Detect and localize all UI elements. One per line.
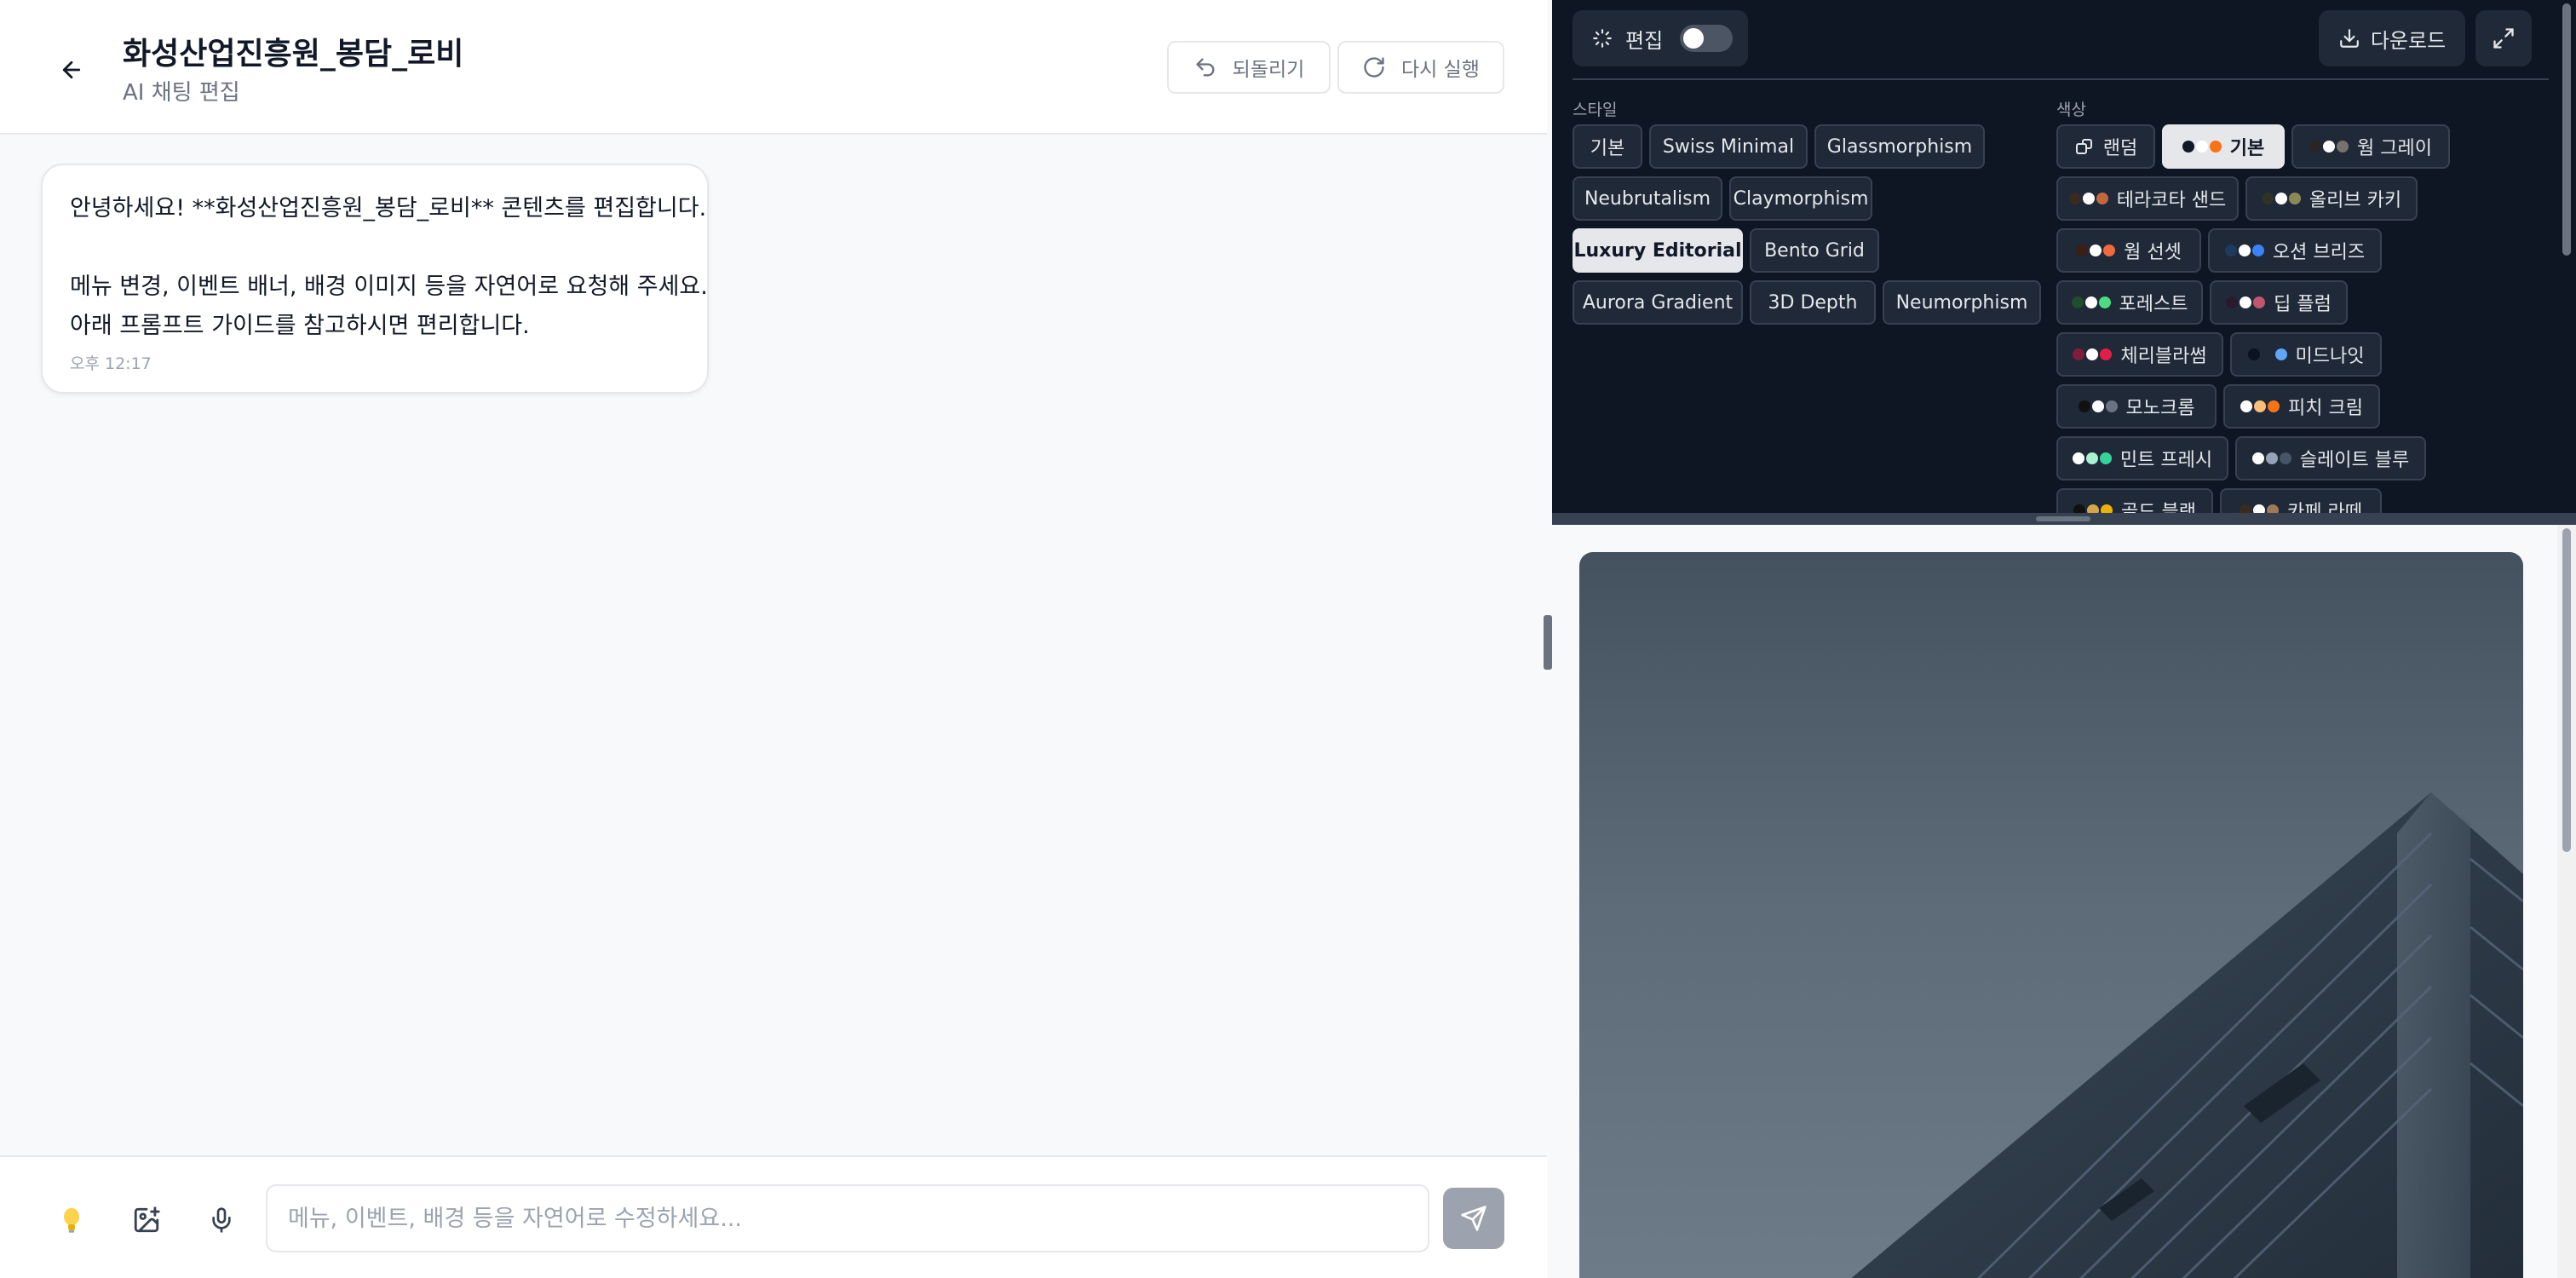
download-icon bbox=[2339, 29, 2359, 48]
color-chip[interactable]: 딥 플럼 bbox=[2210, 280, 2348, 325]
preview-background-image bbox=[1579, 552, 2523, 1278]
microphone-icon bbox=[212, 1207, 231, 1233]
color-swatch-dots bbox=[2073, 348, 2113, 360]
page-title: 화성산업진흥원_봉담_로비 bbox=[123, 37, 464, 72]
page-subtitle: AI 채팅 편집 bbox=[123, 80, 240, 106]
edit-toggle[interactable] bbox=[1680, 25, 1734, 52]
style-chip[interactable]: Neubrutalism bbox=[1573, 176, 1722, 221]
undo-icon bbox=[1196, 58, 1215, 77]
color-chip-random[interactable]: 랜덤 bbox=[2056, 124, 2155, 169]
building-illustration bbox=[1851, 792, 2523, 1278]
color-chip[interactable]: 올리브 카키 bbox=[2245, 176, 2418, 221]
color-swatch-dots bbox=[2226, 296, 2266, 308]
assistant-message: 안녕하세요! **화성산업진흥원_봉담_로비** 콘텐츠를 편집합니다. 메뉴 … bbox=[41, 164, 709, 394]
color-chip[interactable]: 피치 크림 bbox=[2223, 384, 2380, 429]
image-plus-icon bbox=[134, 1206, 160, 1233]
color-chip[interactable]: 테라코타 샌드 bbox=[2056, 176, 2239, 221]
edit-label: 편집 bbox=[1625, 28, 1664, 53]
fullscreen-button[interactable] bbox=[2475, 10, 2532, 66]
image-upload-button[interactable] bbox=[128, 1201, 165, 1239]
color-chip[interactable]: 모노크롬 bbox=[2056, 384, 2217, 429]
color-swatch-dots bbox=[2261, 193, 2301, 204]
style-chip-selected[interactable]: Luxury Editorial bbox=[1573, 228, 1743, 273]
style-chip[interactable]: 기본 bbox=[1573, 124, 1642, 169]
color-swatch-dots bbox=[2247, 348, 2287, 360]
toolbar-divider bbox=[1573, 78, 2549, 80]
redo-icon bbox=[1364, 57, 1384, 78]
send-button[interactable] bbox=[1443, 1188, 1504, 1249]
color-chip[interactable]: 웜 선셋 bbox=[2056, 228, 2201, 273]
undo-label: 되돌리기 bbox=[1232, 59, 1305, 81]
color-swatch-dots bbox=[2224, 245, 2264, 256]
chat-input[interactable] bbox=[266, 1184, 1429, 1252]
send-icon bbox=[1461, 1206, 1486, 1231]
message-text: 안녕하세요! **화성산업진흥원_봉담_로비** 콘텐츠를 편집합니다. bbox=[70, 195, 707, 222]
settings-scrollbar[interactable] bbox=[2557, 0, 2576, 515]
color-section-label: 색상 bbox=[2056, 101, 2086, 119]
color-chip[interactable]: 민트 프레시 bbox=[2056, 436, 2228, 481]
redo-button[interactable]: 다시 실행 bbox=[1337, 41, 1504, 94]
color-swatch-dots bbox=[2251, 452, 2291, 464]
message-timestamp: 오후 12:17 bbox=[70, 354, 152, 373]
chat-input-bar bbox=[0, 1155, 1547, 1278]
style-chip[interactable]: Neumorphism bbox=[1883, 280, 2041, 325]
shuffle-icon bbox=[2075, 139, 2092, 154]
expand-icon bbox=[2493, 28, 2514, 49]
download-button[interactable]: 다운로드 bbox=[2319, 10, 2465, 66]
preview-area bbox=[1552, 525, 2576, 1278]
back-button[interactable] bbox=[49, 48, 94, 92]
download-label: 다운로드 bbox=[2370, 28, 2447, 53]
preview-scrollbar[interactable] bbox=[2557, 525, 2576, 1278]
color-swatch-dots bbox=[2240, 400, 2280, 412]
color-chip[interactable]: 포레스트 bbox=[2056, 280, 2203, 325]
color-swatch-dots bbox=[2309, 141, 2349, 153]
color-swatch-dots bbox=[2076, 245, 2116, 256]
preview-resize-handle[interactable] bbox=[1552, 513, 2576, 525]
color-swatch-dots bbox=[2071, 296, 2111, 308]
arrow-left-icon bbox=[62, 60, 81, 79]
style-chip[interactable]: Glassmorphism bbox=[1814, 124, 1985, 169]
style-chip[interactable]: Bento Grid bbox=[1750, 228, 1879, 273]
edit-mode-control: 편집 bbox=[1573, 10, 1748, 66]
message-text: 메뉴 변경, 이벤트 배너, 배경 이미지 등을 자연어로 요청해 주세요. bbox=[70, 273, 708, 300]
color-swatch-dots bbox=[2182, 141, 2222, 153]
style-chip[interactable]: Aurora Gradient bbox=[1573, 280, 1743, 325]
color-chip[interactable]: 체리블라썸 bbox=[2056, 332, 2223, 377]
color-swatch-dots bbox=[2068, 193, 2108, 204]
color-swatch-dots bbox=[2078, 400, 2118, 412]
redo-label: 다시 실행 bbox=[1401, 59, 1480, 81]
voice-input-button[interactable] bbox=[203, 1201, 240, 1239]
preview-panel: 편집 다운로드 스타일 기본 Swiss Minimal Glassmorphi… bbox=[1552, 0, 2576, 1278]
color-chip[interactable]: 미드나잇 bbox=[2230, 332, 2382, 377]
color-chip[interactable]: 오션 브리즈 bbox=[2208, 228, 2382, 273]
chat-panel: 화성산업진흥원_봉담_로비 AI 채팅 편집 되돌리기 다시 실행 안녕하세요!… bbox=[0, 0, 1547, 1278]
message-text: 아래 프롬프트 가이드를 참고하시면 편리합니다. bbox=[70, 313, 530, 339]
undo-button[interactable]: 되돌리기 bbox=[1167, 41, 1331, 94]
style-chip[interactable]: Claymorphism bbox=[1729, 176, 1872, 221]
style-chip[interactable]: 3D Depth bbox=[1750, 280, 1876, 325]
lightbulb-icon bbox=[64, 1207, 79, 1233]
style-chip[interactable]: Swiss Minimal bbox=[1649, 124, 1808, 169]
color-swatch-dots bbox=[2072, 452, 2112, 464]
color-chip[interactable]: 웜 그레이 bbox=[2291, 124, 2450, 169]
style-section-label: 스타일 bbox=[1573, 101, 1618, 119]
color-chip[interactable]: 슬레이트 블루 bbox=[2235, 436, 2426, 481]
prompt-guide-button[interactable] bbox=[53, 1201, 90, 1239]
sparkle-icon bbox=[1593, 29, 1612, 48]
color-chip-selected[interactable]: 기본 bbox=[2162, 124, 2285, 169]
panel-resize-handle[interactable] bbox=[1544, 615, 1552, 670]
chat-header: 화성산업진흥원_봉담_로비 AI 채팅 편집 되돌리기 다시 실행 bbox=[0, 0, 1547, 135]
